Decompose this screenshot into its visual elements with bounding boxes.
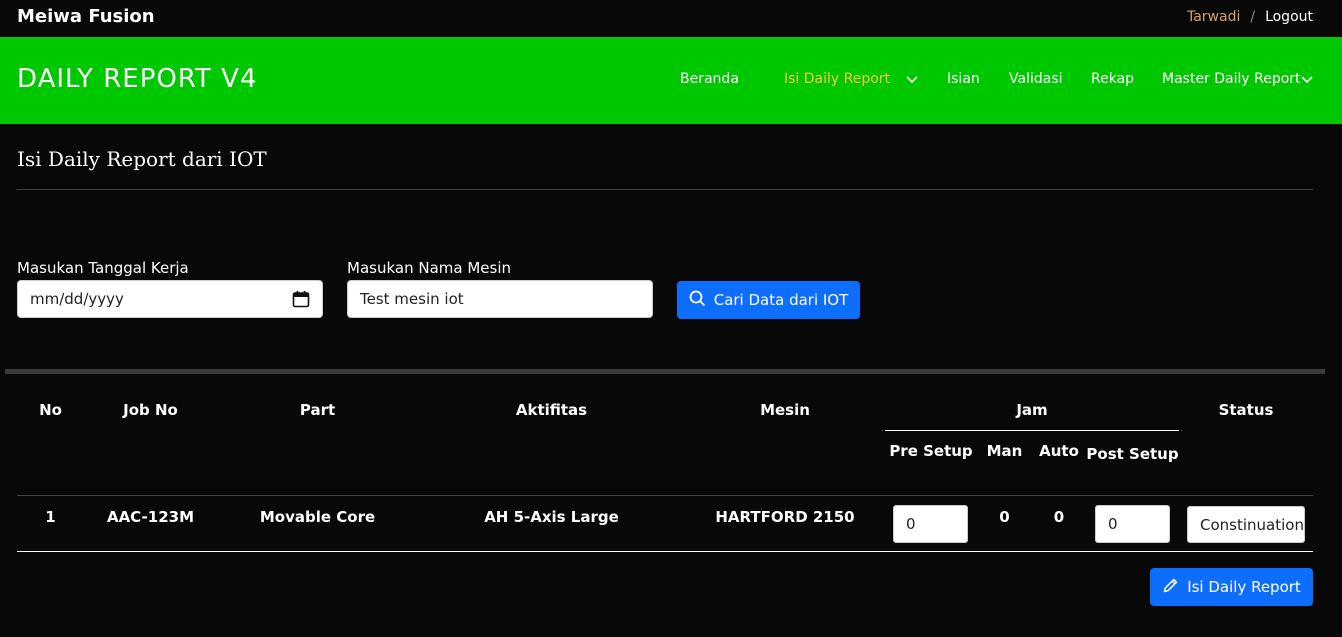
- machine-name-input[interactable]: Test mesin iot: [347, 280, 653, 318]
- machine-name-value: Test mesin iot: [360, 290, 464, 308]
- row-aktifitas: AH 5-Axis Large: [484, 508, 619, 526]
- username-link[interactable]: Tarwadi: [1187, 9, 1240, 25]
- col-header-job-no: Job No: [123, 401, 178, 419]
- col-header-man: Man: [986, 442, 1023, 460]
- search-iot-button[interactable]: Cari Data dari IOT: [677, 281, 860, 319]
- nav-item-master-daily-report[interactable]: Master Daily Report: [1162, 71, 1301, 87]
- post-setup-value: 0: [1108, 515, 1118, 533]
- table-header-divider: [17, 495, 1313, 496]
- table-row-divider: [17, 551, 1313, 552]
- isi-daily-report-button[interactable]: Isi Daily Report: [1150, 568, 1313, 606]
- calendar-icon[interactable]: [292, 290, 310, 308]
- search-icon: [689, 290, 706, 311]
- col-header-mesin: Mesin: [760, 401, 810, 419]
- table-top-border: [5, 369, 1325, 374]
- main-navbar: DAILY REPORT V4 Beranda Isi Daily Report…: [0, 37, 1342, 124]
- col-header-pre-setup: Pre Setup: [889, 442, 973, 460]
- col-header-auto: Auto: [1039, 442, 1079, 460]
- user-separator: /: [1250, 9, 1256, 25]
- col-header-post-setup: Post Setup: [1086, 445, 1179, 463]
- jam-header-divider: [885, 430, 1179, 431]
- row-auto: 0: [1053, 508, 1065, 526]
- date-label: Masukan Tanggal Kerja: [17, 259, 189, 277]
- app-title[interactable]: DAILY REPORT V4: [17, 64, 257, 94]
- status-input[interactable]: Constinuation: [1187, 506, 1305, 543]
- col-header-status: Status: [1218, 401, 1274, 419]
- col-header-part: Part: [299, 401, 336, 419]
- nav-item-rekap[interactable]: Rekap: [1091, 71, 1134, 87]
- pencil-icon: [1162, 577, 1179, 598]
- top-bar: Meiwa Fusion Tarwadi / Logout: [0, 0, 1342, 37]
- col-header-aktifitas: Aktifitas: [515, 401, 588, 419]
- nav-item-beranda[interactable]: Beranda: [680, 71, 739, 87]
- chevron-down-icon[interactable]: [1301, 75, 1313, 84]
- user-menu: Tarwadi / Logout: [1187, 9, 1313, 25]
- col-header-jam: Jam: [1016, 401, 1048, 419]
- row-part: Movable Core: [259, 508, 376, 526]
- machine-label: Masukan Nama Mesin: [347, 259, 511, 277]
- row-mesin: HARTFORD 2150: [715, 508, 855, 526]
- nav-item-validasi[interactable]: Validasi: [1009, 71, 1063, 87]
- page-title: Isi Daily Report dari IOT: [17, 147, 267, 171]
- row-job-no: AAC-123M: [106, 508, 195, 526]
- pre-setup-value: 0: [906, 515, 916, 533]
- date-input[interactable]: mm/dd/yyyy: [17, 280, 323, 318]
- chevron-down-icon[interactable]: [906, 75, 918, 84]
- title-divider: [17, 189, 1313, 190]
- row-man: 0: [999, 508, 1010, 526]
- isi-daily-report-button-label: Isi Daily Report: [1187, 578, 1301, 596]
- nav-item-isian[interactable]: Isian: [947, 71, 980, 87]
- post-setup-input[interactable]: 0: [1095, 505, 1170, 543]
- row-no: 1: [45, 508, 56, 526]
- search-iot-button-label: Cari Data dari IOT: [713, 291, 849, 309]
- col-header-no: No: [39, 401, 62, 419]
- brand-name[interactable]: Meiwa Fusion: [17, 6, 155, 27]
- pre-setup-input[interactable]: 0: [893, 505, 968, 543]
- logout-link[interactable]: Logout: [1265, 9, 1313, 25]
- status-value: Constinuation: [1200, 515, 1304, 534]
- date-placeholder: mm/dd/yyyy: [30, 290, 124, 308]
- nav-item-isi-daily-report[interactable]: Isi Daily Report: [784, 71, 890, 87]
